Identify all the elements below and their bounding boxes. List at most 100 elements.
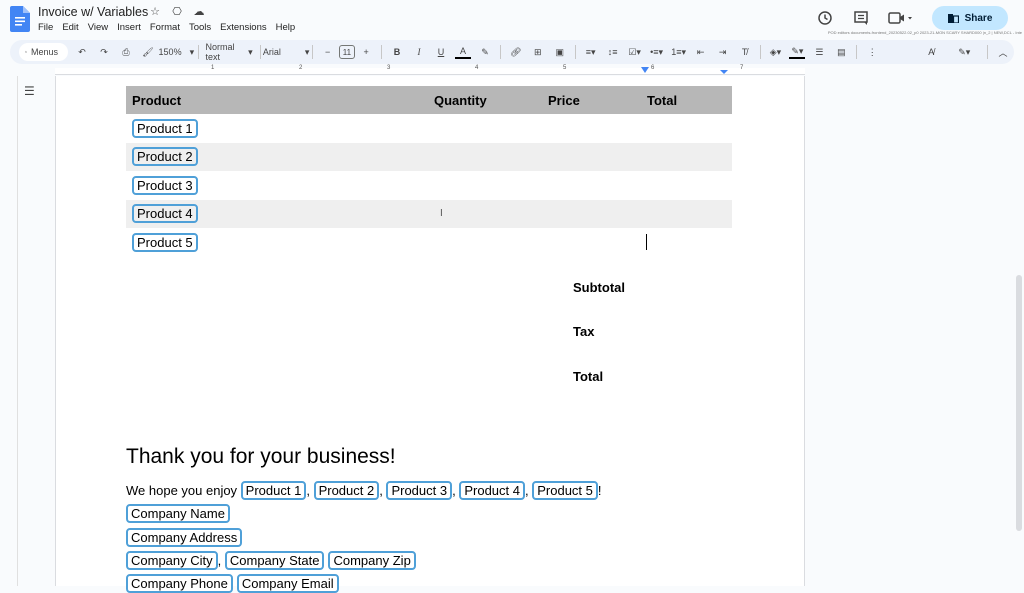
variable-chip[interactable]: Product 4: [132, 204, 198, 224]
variable-chip[interactable]: Product 3: [132, 175, 198, 195]
line-spacing-icon[interactable]: ↕≡: [605, 42, 621, 62]
border-dash-icon[interactable]: ▤: [833, 42, 849, 62]
paint-format-icon[interactable]: 🖌︎: [140, 42, 156, 62]
menu-format[interactable]: Format: [150, 22, 180, 33]
editing-mode-icon[interactable]: ✎▾: [956, 42, 972, 62]
menu-insert[interactable]: Insert: [117, 22, 141, 33]
header-product: Product: [132, 92, 182, 108]
indent-marker[interactable]: [641, 67, 649, 73]
formatting-toolbar: Menus ↶ ↷ ⎙ 🖌︎ 150% ▾ Normal text ▾ Arial ▾…: [10, 40, 1014, 64]
variable-chip[interactable]: Product 2: [313, 481, 380, 500]
checklist-icon[interactable]: ☑▾: [627, 42, 643, 62]
table-row[interactable]: Product 3: [126, 171, 732, 200]
ruler-number: 3: [387, 65, 391, 71]
italic-icon[interactable]: I: [411, 42, 427, 62]
document-outline-icon[interactable]: ☰: [24, 85, 38, 97]
variable-chip[interactable]: Company Email: [236, 574, 339, 593]
ruler-track: [55, 68, 805, 75]
tax-label: Tax: [573, 324, 595, 339]
variable-chip[interactable]: Product 3: [386, 481, 453, 500]
google-docs-logo-icon[interactable]: [10, 6, 30, 32]
print-icon[interactable]: ⎙: [118, 42, 134, 62]
redo-icon[interactable]: ↷: [96, 42, 112, 62]
variable-chip[interactable]: Product 5: [132, 232, 198, 252]
total-label: Total: [573, 369, 604, 384]
ruler-number: 1: [211, 65, 215, 71]
font-value: Arial: [262, 47, 281, 57]
menu-bar: File Edit View Insert Format Tools Exten…: [38, 22, 295, 33]
right-indent-marker[interactable]: [720, 70, 728, 74]
table-row[interactable]: Product 2: [126, 142, 732, 171]
variable-chip[interactable]: Product 5: [532, 481, 598, 500]
spellcheck-icon[interactable]: A̸: [923, 42, 939, 62]
ruler-number: 6: [651, 65, 655, 71]
variable-chip[interactable]: Product 4: [459, 481, 525, 500]
menu-tools[interactable]: Tools: [189, 22, 211, 33]
variable-chip[interactable]: Product 1: [132, 118, 198, 138]
style-select[interactable]: Normal text ▾: [205, 42, 252, 62]
search-menus-button[interactable]: Menus: [19, 43, 69, 61]
variable-chip[interactable]: Company Name: [126, 504, 230, 523]
menu-help[interactable]: Help: [276, 22, 296, 33]
vertical-scrollbar[interactable]: [1016, 275, 1022, 531]
numbered-list-icon[interactable]: 1≡▾: [671, 42, 687, 62]
variable-chip[interactable]: Company City: [126, 551, 218, 570]
toolbar-divider: [987, 45, 989, 59]
align-icon[interactable]: ≡▾: [583, 42, 599, 62]
zoom-select[interactable]: 150% ▾: [159, 42, 195, 62]
undo-icon[interactable]: ↶: [74, 42, 90, 62]
ruler-number: 4: [475, 65, 479, 71]
comments-icon[interactable]: [852, 9, 870, 27]
cell-background-icon[interactable]: ◈▾: [767, 42, 783, 62]
menu-edit[interactable]: Edit: [62, 22, 78, 33]
decrease-indent-icon[interactable]: ⇤: [693, 42, 709, 62]
text-color-icon[interactable]: A: [454, 45, 471, 59]
toolbar-divider: [499, 45, 501, 59]
variable-chip[interactable]: Company State: [224, 551, 325, 570]
cloud-saved-icon[interactable]: ☁: [192, 5, 206, 18]
move-to-folder-icon[interactable]: ⎔: [170, 5, 184, 18]
company-contact-line: Company Phone Company Email: [126, 574, 339, 593]
increase-font-size-button[interactable]: +: [358, 42, 374, 62]
text-caret: [646, 234, 647, 250]
border-color-icon[interactable]: ✎▾: [789, 45, 806, 59]
meet-video-icon[interactable]: [888, 9, 914, 27]
font-select[interactable]: Arial ▾: [263, 42, 310, 62]
document-title[interactable]: Invoice w/ Variables: [38, 5, 148, 19]
variable-chip[interactable]: Company Phone: [126, 574, 233, 593]
bold-icon[interactable]: B: [389, 42, 405, 62]
bulleted-list-icon[interactable]: •≡▾: [649, 42, 665, 62]
menu-extensions[interactable]: Extensions: [220, 22, 266, 33]
font-size-input[interactable]: 11: [338, 45, 356, 59]
star-icon[interactable]: ☆: [148, 5, 162, 18]
variable-chip[interactable]: Company Zip: [328, 551, 416, 570]
table-row[interactable]: Product 4 I: [126, 199, 732, 228]
horizontal-ruler[interactable]: 1 2 3 4 5 6 7: [0, 65, 1024, 76]
variable-chip[interactable]: Company Address: [126, 528, 243, 547]
insert-image-icon[interactable]: ▣: [552, 42, 568, 62]
share-button[interactable]: Share: [932, 6, 1008, 30]
underline-icon[interactable]: U: [433, 42, 449, 62]
document-page[interactable]: Product Quantity Price Total Product 1 P…: [55, 76, 805, 593]
toolbar-divider: [856, 45, 858, 59]
more-options-icon[interactable]: ⋮: [864, 42, 880, 62]
table-row[interactable]: Product 1: [126, 114, 732, 143]
menu-view[interactable]: View: [88, 22, 108, 33]
increase-indent-icon[interactable]: ⇥: [715, 42, 731, 62]
variable-chip[interactable]: Product 1: [240, 481, 307, 500]
decrease-font-size-button[interactable]: −: [320, 42, 336, 62]
subtotal-label: Subtotal: [573, 280, 625, 295]
variable-chip[interactable]: Product 2: [132, 147, 198, 167]
add-comment-icon[interactable]: ⊞: [530, 42, 546, 62]
version-history-icon[interactable]: [816, 9, 834, 27]
table-row[interactable]: Product 5: [126, 228, 732, 257]
clear-formatting-icon[interactable]: T̸: [737, 42, 753, 62]
menu-file[interactable]: File: [38, 22, 53, 33]
vertical-ruler[interactable]: [0, 76, 18, 586]
insert-link-icon[interactable]: 🔗︎: [508, 42, 524, 62]
highlight-color-icon[interactable]: ✎: [477, 42, 493, 62]
collapse-menus-icon[interactable]: ︿: [995, 42, 1011, 62]
toolbar-divider: [197, 45, 199, 59]
border-width-icon[interactable]: ☰: [811, 42, 827, 62]
separator: ,: [452, 483, 460, 498]
